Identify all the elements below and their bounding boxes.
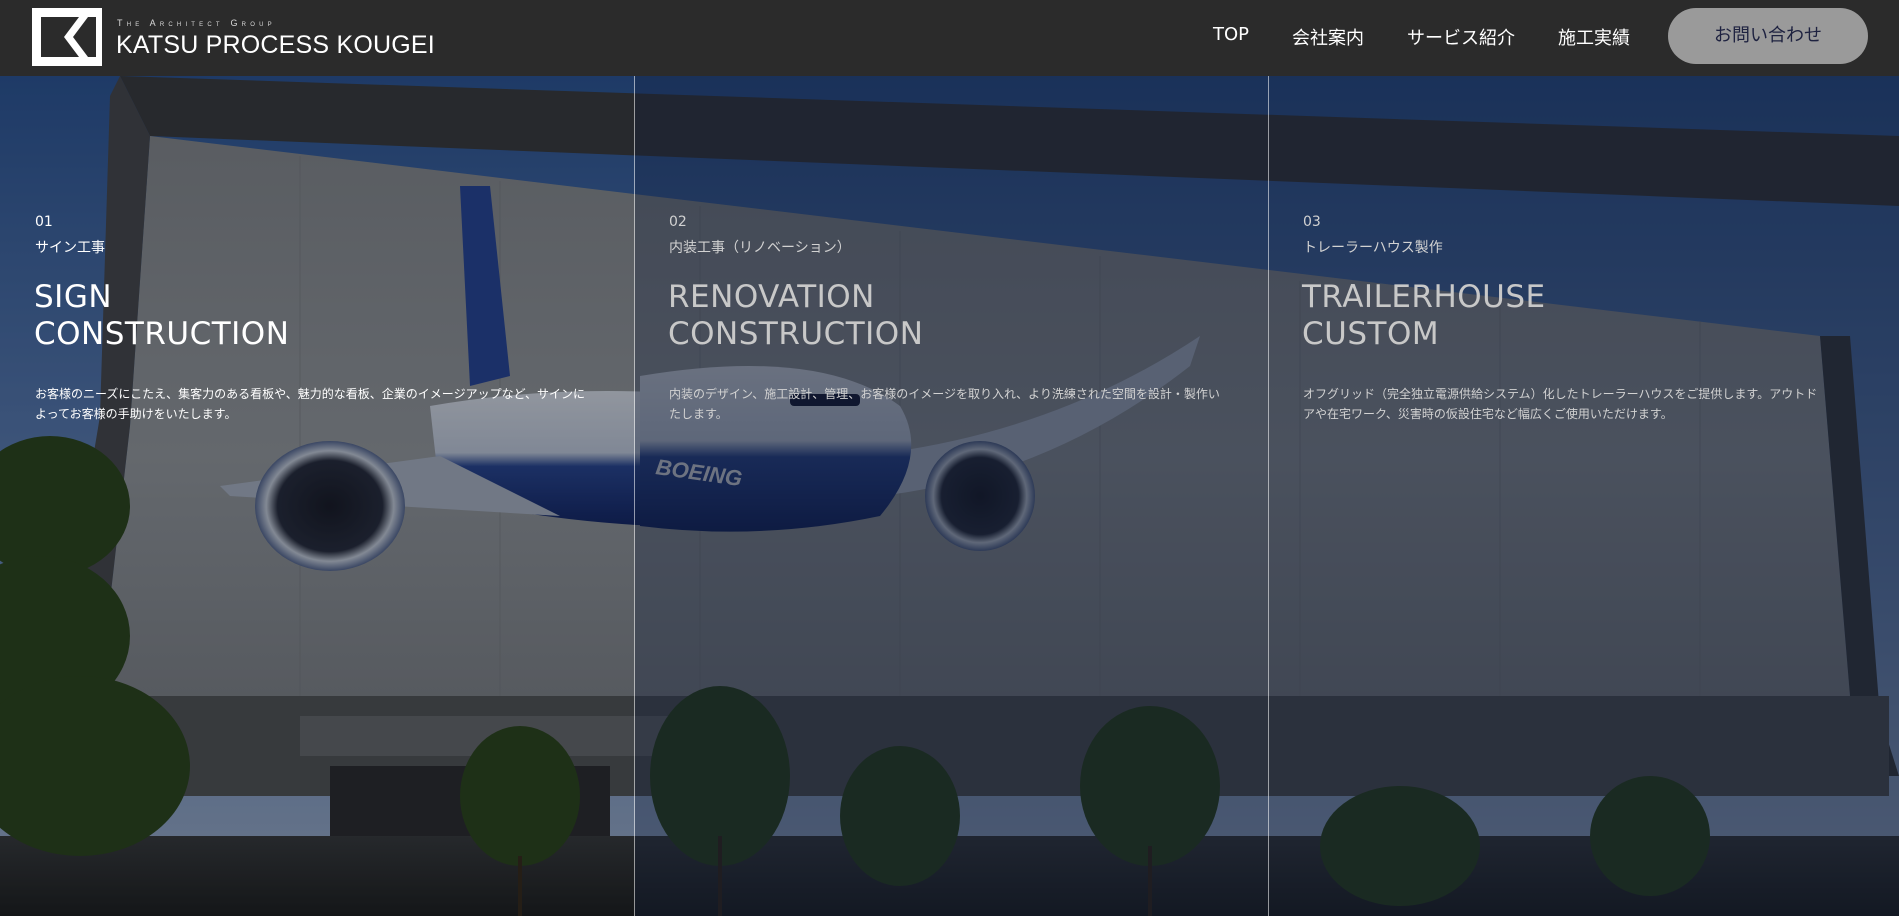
service-title-line: RENOVATION (668, 279, 875, 315)
service-description: お客様のニーズにこたえ、集客力のある看板や、魅力的な看板、企業のイメージアップな… (35, 387, 585, 421)
site-header: The Architect Group KATSU PROCESS KOUGEI… (0, 0, 1899, 76)
service-title: RENOVATION CONSTRUCTION (668, 279, 923, 353)
service-title: SIGN CONSTRUCTION (34, 279, 289, 353)
site-logo[interactable]: The Architect Group KATSU PROCESS KOUGEI (32, 8, 435, 68)
contact-button[interactable]: お問い合わせ (1668, 8, 1868, 64)
logo-name: KATSU PROCESS KOUGEI (116, 31, 435, 59)
service-title-line: TRAILERHOUSE (1302, 279, 1546, 315)
service-title-line: CONSTRUCTION (34, 316, 290, 352)
service-jp-title: トレーラーハウス製作 (1303, 240, 1443, 256)
service-title-line: SIGN (34, 279, 113, 315)
service-title: TRAILERHOUSE CUSTOM (1302, 279, 1546, 353)
page: The Architect Group KATSU PROCESS KOUGEI… (0, 0, 1899, 916)
logo-tagline: The Architect Group (117, 18, 276, 28)
nav-company[interactable]: 会社案内 (1292, 24, 1364, 50)
hero-section: BOEING (0, 76, 1899, 916)
service-description: 内装のデザイン、施工設計、管理、お客様のイメージを取り入れ、より洗練された空間を… (669, 387, 1220, 421)
service-panel-trailerhouse[interactable]: 03 トレーラーハウス製作 TRAILERHOUSE CUSTOM オフグリッド… (1268, 76, 1899, 916)
service-panel-sign[interactable]: 01 サイン工事 SIGN CONSTRUCTION お客様のニーズにこたえ、集… (0, 76, 634, 916)
service-description: オフグリッド（完全独立電源供給システム）化したトレーラーハウスをご提供します。ア… (1303, 387, 1818, 421)
service-number: 02 (669, 214, 687, 230)
service-jp-title: サイン工事 (35, 240, 105, 256)
logo-mark-icon (32, 8, 102, 66)
nav-services[interactable]: サービス紹介 (1407, 24, 1515, 50)
service-number: 01 (35, 214, 53, 230)
service-panel-renovation[interactable]: 02 内装工事（リノベーション） RENOVATION CONSTRUCTION… (634, 76, 1268, 916)
service-number: 03 (1303, 214, 1321, 230)
nav-works[interactable]: 施工実績 (1558, 24, 1630, 50)
nav-top[interactable]: TOP (1213, 24, 1249, 45)
service-title-line: CONSTRUCTION (668, 316, 924, 352)
service-jp-title: 内装工事（リノベーション） (669, 240, 851, 256)
service-title-line: CUSTOM (1302, 316, 1440, 352)
